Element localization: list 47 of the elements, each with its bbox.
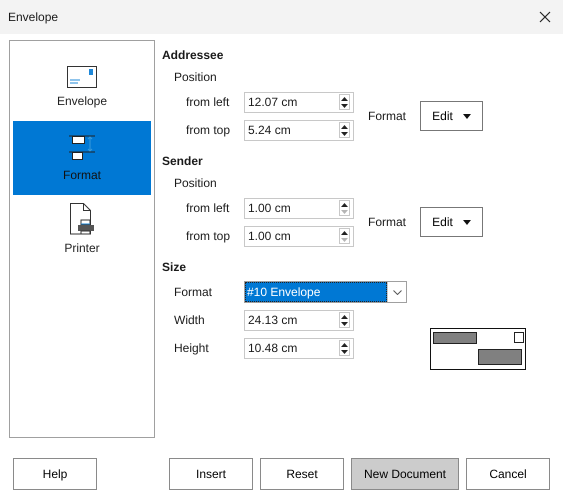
dialog-button[interactable]: Insert [169, 458, 253, 490]
dialog-button[interactable]: Reset [260, 458, 344, 490]
edit-dropdown-button[interactable]: Edit [420, 101, 484, 131]
caret-icon [462, 114, 471, 118]
window-title: Envelope [8, 10, 58, 24]
spin-field[interactable]: 1.00 cm [244, 198, 354, 218]
field-label: Width [173, 313, 206, 327]
section-heading: Sender [162, 154, 204, 170]
field-label: from left [185, 95, 230, 109]
group-label: Position [174, 176, 217, 190]
field-label: from top [185, 229, 232, 243]
up-triangle-icon [341, 202, 348, 206]
format-label: Format [368, 215, 406, 229]
close-icon [539, 11, 551, 23]
up-triangle-icon [341, 230, 348, 234]
printer-icon [69, 203, 95, 235]
layout-icon [68, 134, 96, 162]
edit-dropdown-button[interactable]: Edit [420, 207, 484, 237]
chevron-icon [392, 290, 402, 294]
spin-field[interactable]: 1.00 cm [244, 226, 354, 246]
sidebar-item[interactable]: Envelope [13, 53, 151, 121]
up-triangle-icon [341, 124, 348, 128]
spin-field[interactable]: 12.07 cm [244, 92, 354, 112]
dialog-button[interactable]: Help [13, 458, 97, 490]
sidebar-item[interactable]: Printer [13, 195, 151, 263]
caret-icon [462, 220, 471, 224]
increment-button[interactable] [340, 201, 349, 208]
format-dropdown[interactable]: #10 Envelope [244, 281, 407, 303]
sidebar-item[interactable]: Format [13, 121, 151, 195]
field-label: from left [185, 201, 230, 215]
dialog-button[interactable]: New Document [351, 458, 459, 490]
up-triangle-icon [341, 314, 348, 318]
up-triangle-icon [341, 342, 348, 346]
group-label: Position [174, 70, 217, 84]
field-label: from top [185, 123, 232, 137]
dialog-button[interactable]: Cancel [466, 458, 550, 490]
section-heading: Addressee [162, 48, 224, 64]
envelope-icon [67, 66, 97, 88]
field-label: Format [173, 285, 214, 299]
section-heading: Size [162, 260, 188, 276]
format-label: Format [368, 109, 406, 123]
field-label: Height [173, 341, 210, 355]
spin-field[interactable]: 5.24 cm [244, 120, 354, 140]
spin-field[interactable]: 24.13 cm [244, 310, 354, 330]
spin-field[interactable]: 10.48 cm [244, 338, 354, 358]
up-triangle-icon [341, 96, 348, 100]
increment-button[interactable] [340, 229, 349, 236]
